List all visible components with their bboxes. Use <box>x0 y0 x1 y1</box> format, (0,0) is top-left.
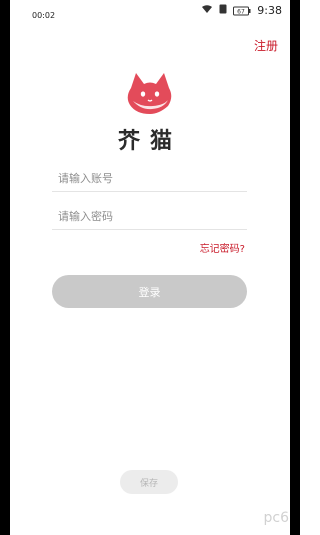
password-field[interactable] <box>52 203 247 230</box>
register-link[interactable]: 注册 <box>254 37 278 54</box>
cat-head-icon <box>127 73 172 114</box>
battery-icon: 67 <box>233 6 251 16</box>
status-time-right: 9:38 <box>257 4 282 17</box>
sim-icon <box>219 4 227 17</box>
watermark: pc6 <box>263 510 290 526</box>
status-right-group: 67 9:38 <box>201 4 282 17</box>
status-time-left: 00:02 <box>32 11 56 20</box>
account-input[interactable] <box>52 165 247 191</box>
save-button[interactable]: 保存 <box>120 470 178 494</box>
forgot-password-link[interactable]: 忘记密码? <box>200 240 245 255</box>
account-field[interactable] <box>52 165 247 192</box>
app-name: 芥猫 <box>117 129 182 154</box>
login-button[interactable]: 登录 <box>52 275 247 308</box>
status-bar: 00:02 67 9:38 <box>10 0 290 30</box>
wifi-icon <box>201 4 213 17</box>
app-logo <box>0 70 300 116</box>
password-input[interactable] <box>52 203 247 229</box>
battery-level: 67 <box>237 8 245 15</box>
